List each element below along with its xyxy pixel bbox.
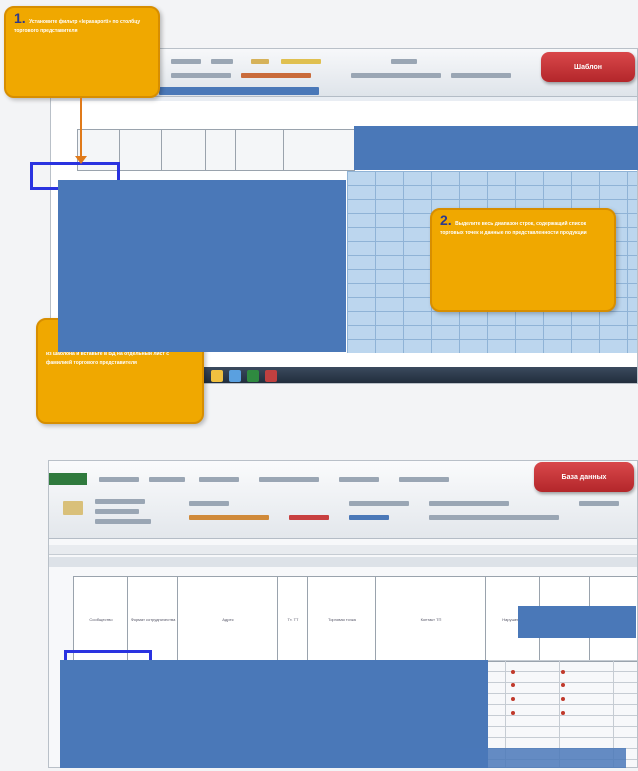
marker-icon: [511, 711, 515, 715]
masked-region: [58, 180, 346, 352]
step2-text: Выделите весь диапазон строк, содержащий…: [440, 221, 587, 236]
header-cell: [119, 129, 163, 171]
column-header-cell: Контакт ТП: [375, 576, 487, 662]
app-icon[interactable]: [265, 370, 277, 382]
masked-region: [354, 126, 638, 170]
column-header-cell: Торговая точка: [307, 576, 377, 662]
template-button[interactable]: Шаблон: [541, 52, 635, 82]
folder-icon[interactable]: [211, 370, 223, 382]
database-button[interactable]: База данных: [534, 462, 634, 492]
column-header-cell: Тт. ТТ: [277, 576, 309, 662]
header-cell: [161, 129, 207, 171]
marker-icon: [511, 670, 515, 674]
header-cell: [235, 129, 285, 171]
marker-icon: [561, 670, 565, 674]
step3-text: из шаблона и вставьте в ВД на отдельный …: [46, 351, 170, 366]
step1-callout: 1. Установите фильтр «lepasaporti» по ст…: [4, 6, 160, 98]
arrow-line: [80, 98, 82, 160]
file-tab[interactable]: [49, 473, 87, 485]
marker-icon: [561, 683, 565, 687]
step2-number: 2.: [440, 212, 452, 228]
step1-number: 1.: [14, 10, 26, 26]
column-headers: [49, 557, 637, 567]
marker-icon: [511, 697, 515, 701]
header-cell: [283, 129, 355, 171]
formula-bar[interactable]: [49, 545, 637, 555]
step2-callout: 2. Выделите весь диапазон строк, содержа…: [430, 208, 616, 312]
column-header-cell: Адрес: [177, 576, 279, 662]
masked-region: [518, 606, 636, 638]
masked-region: [460, 748, 626, 768]
excel-icon[interactable]: [247, 370, 259, 382]
header-cell: [205, 129, 237, 171]
step1-text: Установите фильтр «lepasaporti» по столб…: [14, 19, 141, 34]
browser-icon[interactable]: [229, 370, 241, 382]
marker-icon: [561, 711, 565, 715]
marker-icon: [511, 683, 515, 687]
masked-region: [60, 660, 488, 768]
arrow-down-icon: [75, 156, 87, 164]
marker-icon: [561, 697, 565, 701]
